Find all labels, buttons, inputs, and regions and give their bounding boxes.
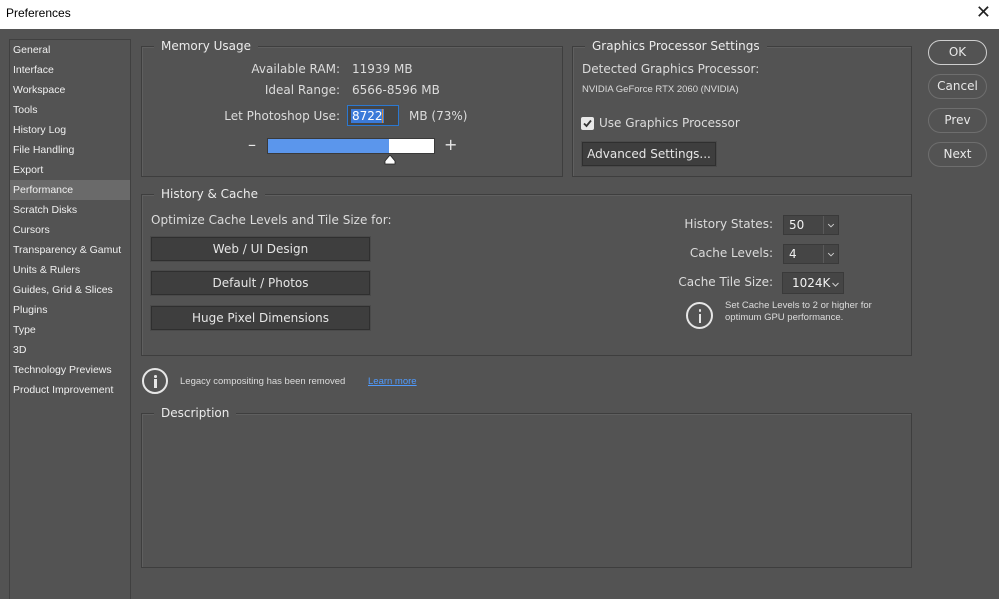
cache-levels-value: 4 — [789, 247, 797, 261]
sidebar-item-3d[interactable]: 3D — [10, 340, 130, 360]
sidebar-item-type[interactable]: Type — [10, 320, 130, 340]
ok-button[interactable]: OK — [928, 40, 987, 65]
cache-levels-select[interactable]: 4 — [783, 244, 839, 264]
chevron-down-icon — [823, 245, 835, 263]
prev-button[interactable]: Prev — [928, 108, 987, 133]
preset-huge-pixel-label: Huge Pixel Dimensions — [191, 311, 330, 325]
history-states-select[interactable]: 50 — [783, 215, 839, 235]
let-photoshop-use-label: Let Photoshop Use: — [224, 109, 340, 123]
chevron-down-icon — [832, 282, 839, 287]
sidebar-item-performance[interactable]: Performance — [10, 180, 130, 200]
memory-slider[interactable] — [267, 138, 435, 154]
decrease-memory-button[interactable]: – — [248, 137, 256, 153]
sidebar-item-file-handling[interactable]: File Handling — [10, 140, 130, 160]
graphics-processor-legend: Graphics Processor Settings — [585, 39, 767, 53]
preset-default-photos-button[interactable]: Default / Photos — [151, 271, 370, 295]
sidebar-item-history-log[interactable]: History Log — [10, 120, 130, 140]
available-ram-label: Available RAM: — [251, 62, 340, 76]
memory-use-value: 8722 — [351, 109, 384, 123]
increase-memory-button[interactable]: + — [444, 137, 457, 153]
dialog-body: General Interface Workspace Tools History Lo… — [0, 29, 999, 599]
sidebar-item-product-improvement[interactable]: Product Improvement — [10, 380, 130, 400]
preset-web-ui-label: Web / UI Design — [212, 242, 309, 256]
cache-tile-size-value: 1024K — [792, 276, 831, 290]
ideal-range-value: 6566-8596 MB — [352, 83, 440, 97]
optimize-label: Optimize Cache Levels and Tile Size for: — [151, 213, 392, 227]
detected-gpu-value: NVIDIA GeForce RTX 2060 (NVIDIA) — [582, 84, 739, 95]
cancel-button[interactable]: Cancel — [928, 74, 987, 99]
sidebar-item-guides-grid-slices[interactable]: Guides, Grid & Slices — [10, 280, 130, 300]
available-ram-value: 11939 MB — [352, 62, 413, 76]
sidebar-item-units-rulers[interactable]: Units & Rulers — [10, 260, 130, 280]
sidebar-item-tools[interactable]: Tools — [10, 100, 130, 120]
info-icon — [142, 368, 168, 394]
sidebar-item-export[interactable]: Export — [10, 160, 130, 180]
legacy-compositing-notice: Legacy compositing has been removed — [180, 376, 346, 387]
next-button[interactable]: Next — [928, 142, 987, 167]
advanced-settings-button[interactable]: Advanced Settings... — [582, 142, 716, 166]
history-cache-legend: History & Cache — [154, 187, 265, 201]
memory-use-unit: MB (73%) — [409, 109, 468, 123]
cache-hint-line1: Set Cache Levels to 2 or higher for — [725, 300, 872, 311]
checkmark-icon — [583, 119, 592, 128]
ideal-range-label: Ideal Range: — [264, 83, 340, 97]
sidebar-item-workspace[interactable]: Workspace — [10, 80, 130, 100]
memory-usage-legend: Memory Usage — [154, 39, 259, 53]
sidebar-item-technology-previews[interactable]: Technology Previews — [10, 360, 130, 380]
sidebar-item-plugins[interactable]: Plugins — [10, 300, 130, 320]
cache-levels-label: Cache Levels: — [689, 246, 773, 260]
sidebar-item-general[interactable]: General — [10, 40, 130, 60]
text-caret — [382, 109, 383, 123]
cache-hint-line2: optimum GPU performance. — [725, 312, 844, 323]
sidebar-item-transparency-gamut[interactable]: Transparency & Gamut — [10, 240, 130, 260]
window-title: Preferences — [6, 6, 71, 20]
title-bar: Preferences ✕ — [0, 0, 999, 29]
description-legend: Description — [154, 406, 237, 420]
use-gpu-checkbox[interactable] — [581, 117, 594, 130]
preset-default-photos-label: Default / Photos — [212, 276, 309, 290]
description-group: Description — [141, 406, 912, 568]
advanced-settings-label: Advanced Settings... — [587, 147, 711, 161]
history-states-value: 50 — [789, 218, 805, 232]
info-icon — [686, 302, 713, 329]
history-states-label: History States: — [684, 217, 773, 231]
preferences-sidebar: General Interface Workspace Tools History Lo… — [9, 39, 131, 599]
sidebar-item-cursors[interactable]: Cursors — [10, 220, 130, 240]
sidebar-item-scratch-disks[interactable]: Scratch Disks — [10, 200, 130, 220]
use-gpu-label[interactable]: Use Graphics Processor — [599, 116, 740, 130]
cache-tile-size-label: Cache Tile Size: — [678, 275, 773, 289]
cache-tile-size-select[interactable]: 1024K — [782, 272, 844, 294]
learn-more-link[interactable]: Learn more — [368, 376, 417, 387]
memory-use-input[interactable]: 8722 — [347, 105, 399, 126]
chevron-down-icon — [823, 216, 835, 234]
preset-huge-pixel-button[interactable]: Huge Pixel Dimensions — [151, 306, 370, 330]
memory-slider-thumb[interactable] — [384, 155, 396, 165]
close-icon[interactable]: ✕ — [976, 3, 991, 23]
detected-gpu-label: Detected Graphics Processor: — [582, 62, 760, 76]
sidebar-item-interface[interactable]: Interface — [10, 60, 130, 80]
memory-slider-fill — [268, 139, 390, 153]
preset-web-ui-button[interactable]: Web / UI Design — [151, 237, 370, 261]
